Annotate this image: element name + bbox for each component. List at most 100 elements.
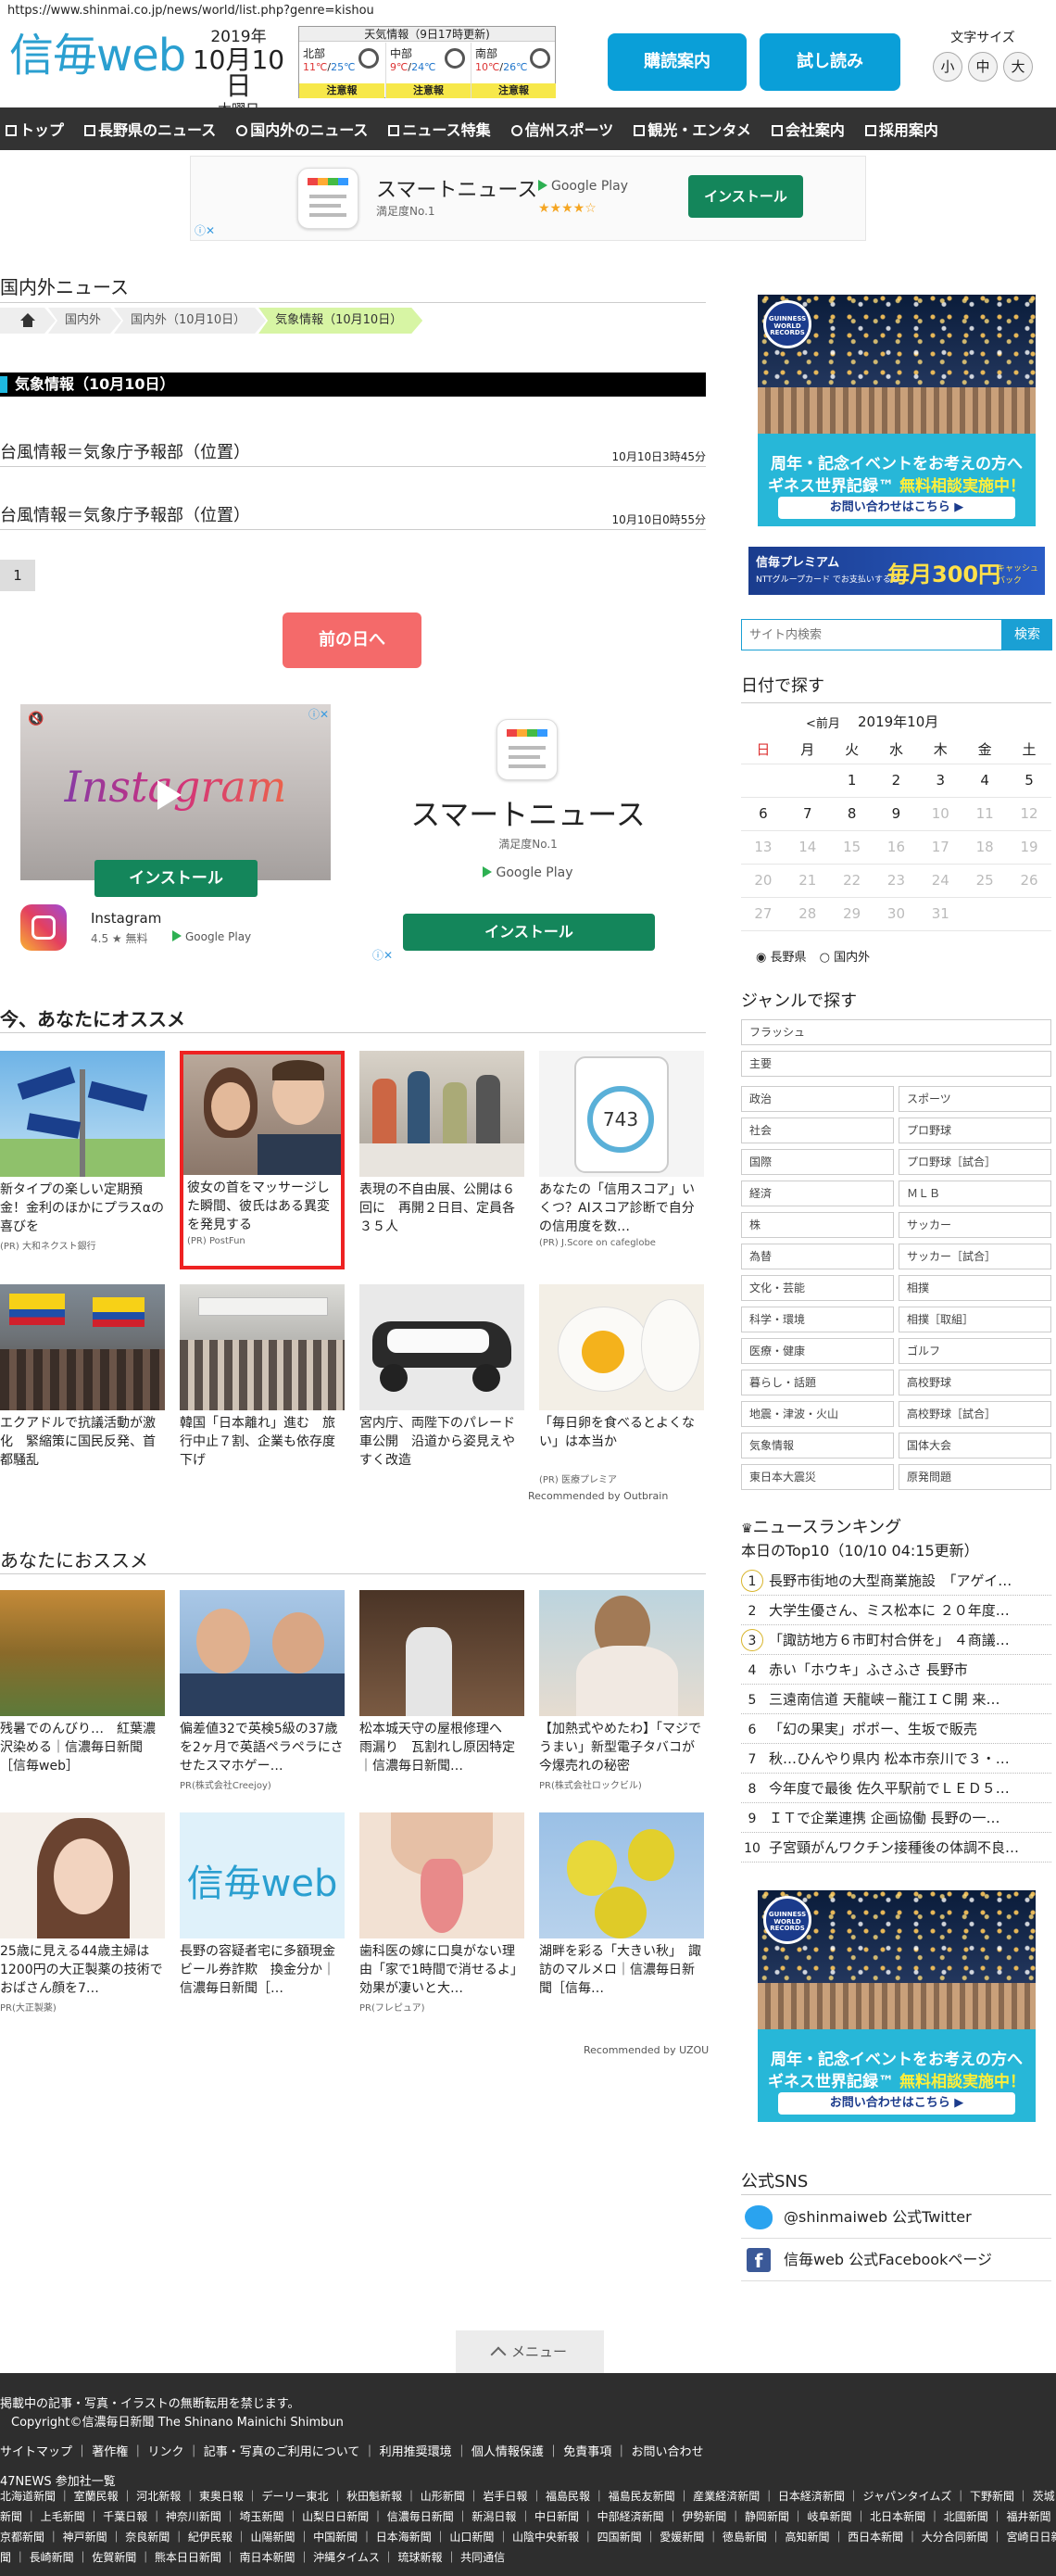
genre-item[interactable]: 社会	[741, 1118, 894, 1143]
genre-item[interactable]: 経済	[741, 1181, 894, 1206]
card-caption[interactable]: 残暑でのんびり… 紅葉濃沢染める｜信濃毎日新聞［信毎web］	[0, 1720, 165, 1775]
calendar-day[interactable]: 2	[874, 764, 919, 798]
recommend-card[interactable]: 松本城天守の屋根修理へ 雨漏り 瓦割れし原因特定｜信濃毎日新聞…	[359, 1590, 524, 1775]
card-caption[interactable]: 宮内庁、両陛下のパレード車公開 沿道から姿見えやすく改造	[359, 1414, 524, 1470]
guinness-ad[interactable]: GUINNESS WORLD RECORDS 周年・記念イベントをお考えの方へ …	[758, 295, 1036, 526]
genre-item[interactable]: 暮らし・話題	[741, 1370, 894, 1395]
pagination-page-1[interactable]: 1	[0, 560, 35, 591]
calendar-day[interactable]: 3	[918, 764, 963, 798]
search-button[interactable]: 検索	[1002, 619, 1052, 650]
genre-item[interactable]: 相撲［取組］	[899, 1307, 1051, 1332]
genre-main[interactable]: 主要	[741, 1051, 1051, 1077]
calendar-day[interactable]: 5	[1007, 764, 1051, 798]
article-title[interactable]: 台風情報＝気象庁予報部（位置）	[0, 439, 250, 463]
recommend-card[interactable]: 残暑でのんびり… 紅葉濃沢染める｜信濃毎日新聞［信毎web］	[0, 1590, 165, 1775]
card-caption[interactable]: あなたの「信用スコア」いくつ？AIスコア診断で自分の信用度を数…	[539, 1181, 704, 1236]
card-caption[interactable]: 25歳に見える44歳主婦は1200円の大正製薬の技術でおばさん顔を7…	[0, 1942, 165, 1998]
genre-item[interactable]: スポーツ	[899, 1086, 1051, 1112]
papers-line[interactable]: 北海道新聞 ｜ 室蘭民報 ｜ 河北新報 ｜ 東奥日報 ｜ デーリー東北 ｜ 秋田…	[0, 2488, 1055, 2504]
card-caption[interactable]: 湖畔を彩る「大きい秋」 諏訪のマルメロ｜信濃毎日新聞［信毎…	[539, 1942, 704, 1998]
article-title[interactable]: 台風情報＝気象庁予報部（位置）	[0, 502, 250, 526]
breadcrumb-home[interactable]	[0, 308, 56, 334]
nav-nagano[interactable]: 長野県のニュース	[84, 118, 216, 140]
genre-item[interactable]: プロ野球［試合］	[899, 1149, 1051, 1175]
genre-flash[interactable]: フラッシュ	[741, 1019, 1051, 1045]
nav-special[interactable]: ニュース特集	[388, 118, 491, 140]
site-logo[interactable]: 信毎web	[9, 30, 186, 82]
font-mid-button[interactable]: 中	[968, 52, 998, 82]
ranking-item[interactable]: 6 「幻の果実」ポポー、生坂で販売	[741, 1714, 1051, 1744]
twitter-link[interactable]: @shinmaiweb 公式Twitter	[741, 2196, 1051, 2239]
recommend-card[interactable]: 湖畔を彩る「大きい秋」 諏訪のマルメロ｜信濃毎日新聞［信毎…	[539, 1812, 704, 1998]
article-row[interactable]: 台風情報＝気象庁予報部（位置） 10月10日3時45分	[0, 430, 706, 467]
card-caption[interactable]: 「毎日卵を食べるとよくない」は本当か	[539, 1414, 704, 1470]
genre-item[interactable]: 国体大会	[899, 1433, 1051, 1458]
genre-item[interactable]: ＭＬＢ	[899, 1181, 1051, 1206]
footer-links[interactable]: サイトマップ ｜ 著作権 ｜ リンク ｜ 記事・写真のご利用について ｜ 利用推…	[0, 2442, 703, 2459]
subscription-button[interactable]: 購読案内	[608, 33, 747, 91]
nav-top[interactable]: トップ	[6, 118, 64, 140]
ranking-item[interactable]: 8 今年度で最後 佐久平駅前でＬＥＤ５…	[741, 1774, 1051, 1803]
smartnews-ad[interactable]: スマートニュース 満足度No.1 Google Play インストール	[371, 713, 685, 954]
ranking-item[interactable]: 2 大学生優さん、ミス松本に ２０年度…	[741, 1596, 1051, 1625]
genre-item[interactable]: 気象情報	[741, 1433, 894, 1458]
ad-contact-button[interactable]: お問い合わせはこちら ▶	[778, 497, 1015, 519]
genre-item[interactable]: 原発問題	[899, 1464, 1051, 1490]
prev-day-button[interactable]: 前の日へ	[283, 612, 421, 668]
adchoices-icon[interactable]: ⓘ✕	[308, 706, 329, 722]
ad-contact-button[interactable]: お問い合わせはこちら ▶	[778, 2092, 1015, 2115]
mute-icon[interactable]: 🔇	[28, 712, 44, 726]
nav-world[interactable]: 国内外のニュース	[236, 118, 368, 140]
radio-nagano[interactable]: ◉ 長野県	[756, 951, 807, 965]
genre-item[interactable]: 為替	[741, 1244, 894, 1269]
card-caption[interactable]: 長野の容疑者宅に多額現金 ビール券詐欺 換金分か｜信濃毎日新聞［…	[180, 1942, 345, 1998]
recommend-card[interactable]: 表現の不自由展、公開は６回に 再開２日目、定員各３５人	[359, 1051, 524, 1236]
recommend-card[interactable]: 「毎日卵を食べるとよくない」は本当か (PR) 医療プレミア	[539, 1284, 704, 1485]
card-caption[interactable]: 新タイプの楽しい定期預金！金利のほかにプラスαの喜びを	[0, 1181, 165, 1236]
recommend-card[interactable]: 信毎web 長野の容疑者宅に多額現金 ビール券詐欺 換金分か｜信濃毎日新聞［…	[180, 1812, 345, 1998]
recommend-card[interactable]: 新タイプの楽しい定期預金！金利のほかにプラスαの喜びを (PR) 大和ネクスト銀…	[0, 1051, 165, 1252]
ad-install-button[interactable]: インストール	[688, 175, 803, 218]
site-search-input[interactable]	[741, 619, 1002, 650]
ranking-item[interactable]: 4 赤い「ホウキ」ふさふさ 長野市	[741, 1655, 1051, 1685]
papers-line[interactable]: 新聞 ｜ 上毛新聞 ｜ 千葉日報 ｜ 神奈川新聞 ｜ 埼玉新聞 ｜ 山梨日日新聞…	[0, 2508, 1056, 2524]
weather-box[interactable]: 天気情報（9日17時更新) 北部 11℃/25℃ 注意報 中部 9℃/24℃ 注…	[298, 26, 556, 98]
trial-button[interactable]: 試し読み	[760, 33, 900, 91]
nav-company[interactable]: 会社案内	[771, 118, 845, 140]
breadcrumb-world[interactable]: 国内外	[48, 308, 121, 334]
genre-item[interactable]: 文化・芸能	[741, 1275, 894, 1301]
facebook-link[interactable]: f 信毎web 公式Facebookページ	[741, 2239, 1051, 2281]
genre-item[interactable]: ゴルフ	[899, 1338, 1051, 1364]
ranking-item[interactable]: 3 「諏訪地方６市町村合併を」 ４商議…	[741, 1625, 1051, 1655]
recommend-card[interactable]: 25歳に見える44歳主婦は1200円の大正製薬の技術でおばさん顔を7… PR(大…	[0, 1812, 165, 2014]
card-caption[interactable]: 表現の不自由展、公開は６回に 再開２日目、定員各３５人	[359, 1181, 524, 1236]
papers-line[interactable]: 聞 ｜ 長崎新聞 ｜ 佐賀新聞 ｜ 熊本日日新聞 ｜ 南日本新聞 ｜ 沖縄タイム…	[0, 2549, 505, 2565]
genre-item[interactable]: 国際	[741, 1149, 894, 1175]
card-caption[interactable]: 韓国「日本離れ」進む 旅行中止７割、企業も依存度下げ	[180, 1414, 345, 1470]
genre-item[interactable]: 株	[741, 1212, 894, 1238]
smartnews-banner-ad[interactable]: スマートニュース 満足度No.1 Google Play ★★★★☆ インストー…	[190, 156, 866, 241]
adchoices-icon[interactable]: ⓘ✕	[372, 947, 393, 963]
calendar-day[interactable]: 8	[829, 797, 874, 831]
menu-toggle-button[interactable]: メニュー	[456, 2330, 604, 2373]
ranking-item[interactable]: 5 三遠南信道 天龍峡－龍江ＩＣ開 来…	[741, 1685, 1051, 1714]
font-large-button[interactable]: 大	[1003, 52, 1033, 82]
instagram-install-button[interactable]: インストール	[94, 860, 258, 897]
ranking-item[interactable]: 9 ＩＴで企業連携 企画協働 長野の一…	[741, 1803, 1051, 1833]
genre-item[interactable]: 高校野球	[899, 1370, 1051, 1395]
outbrain-credit[interactable]: Recommended by Outbrain	[528, 1490, 668, 1502]
ad-install-button[interactable]: インストール	[403, 914, 655, 951]
recommend-card[interactable]: 宮内庁、両陛下のパレード車公開 沿道から姿見えやすく改造	[359, 1284, 524, 1470]
calendar-day[interactable]: 7	[785, 797, 830, 831]
ranking-item[interactable]: 7 秋…ひんやり県内 松本市奈川で３・…	[741, 1744, 1051, 1774]
calendar-prev-month[interactable]: <前月	[806, 713, 840, 731]
premium-banner[interactable]: 信毎プレミアム NTTグループカード でお支払いすると 毎月300円 キャッシュ…	[748, 547, 1045, 595]
calendar-day[interactable]: 4	[962, 764, 1008, 798]
nav-sports[interactable]: 信州スポーツ	[510, 118, 613, 140]
adchoices-icon[interactable]: ⓘ✕	[195, 222, 215, 238]
ranking-item[interactable]: 10 子宮頸がんワクチン接種後の体調不良…	[741, 1833, 1051, 1863]
recommend-card[interactable]: エクアドルで抗議活動が激化 緊縮策に国民反発、首都騒乱	[0, 1284, 165, 1470]
recommend-card[interactable]: 【加熱式やめたわ】「マジでうまい」新型電子タバコが今爆売れの秘密 PR(株式会社…	[539, 1590, 704, 1791]
card-caption[interactable]: 歯科医の嫁に口臭がない理由「家で1時間で消せるよ」効果が凄いと大…	[359, 1942, 524, 1998]
calendar-day[interactable]: 1	[829, 764, 874, 798]
